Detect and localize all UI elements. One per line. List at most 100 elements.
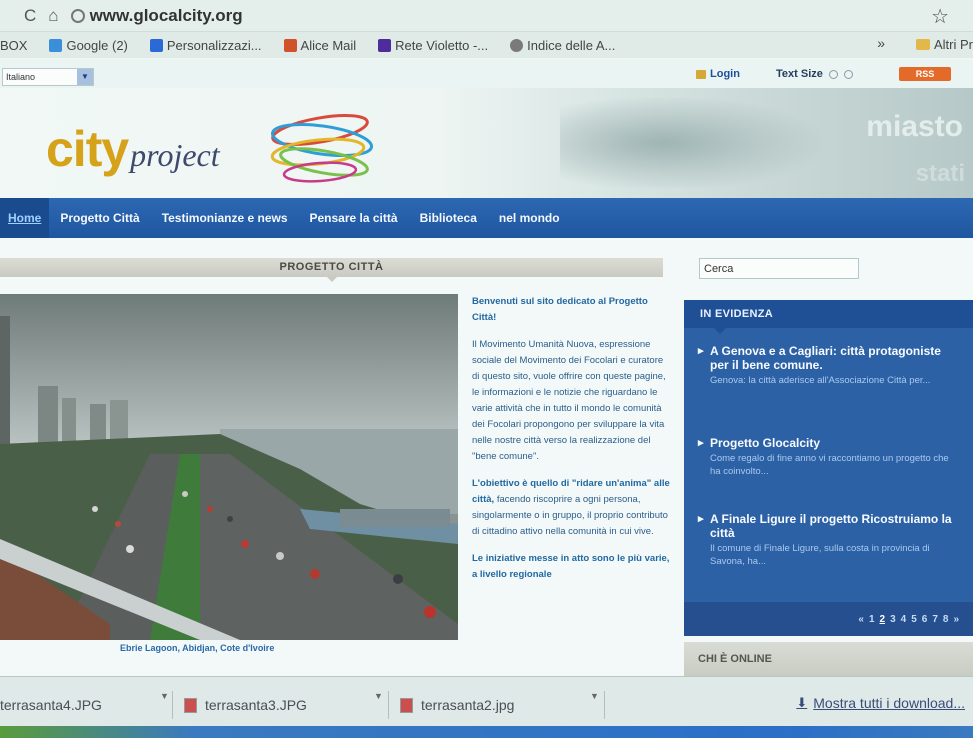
chevron-down-icon[interactable]: ▼ — [160, 691, 169, 701]
site-icon — [378, 38, 392, 52]
reload-icon[interactable]: C — [24, 6, 36, 26]
language-select[interactable]: Italiano ▼ — [2, 68, 94, 86]
show-all-downloads-link[interactable]: ⬇ Mostra tutti i download... — [796, 695, 965, 711]
text-size-label: Text Size — [776, 68, 823, 80]
section-arrow — [326, 276, 338, 282]
highlight-desc: Come regalo di fine anno vi raccontiamo … — [710, 453, 949, 477]
pager-page[interactable]: 3 — [890, 614, 896, 625]
other-bookmarks[interactable]: Altri Pr — [916, 37, 973, 52]
os-taskbar — [0, 726, 973, 738]
divider — [172, 691, 173, 719]
highlights-pager: « 1 2 3 4 5 6 7 8 » — [684, 602, 973, 636]
nav-item-nel-mondo[interactable]: nel mondo — [488, 198, 571, 238]
bookmark-google[interactable]: Google (2) — [49, 38, 128, 53]
bookmark-label: Alice Mail — [300, 37, 357, 53]
mail-icon — [283, 38, 297, 52]
article-paragraph-initiatives: Le iniziative messe in atto sono le più … — [472, 553, 670, 580]
highlight-title[interactable]: Progetto Glocalcity — [698, 436, 960, 450]
download-item[interactable]: terrasanta2.jpg — [400, 691, 514, 719]
nav-item-testimonianze[interactable]: Testimonianze e news — [151, 198, 299, 238]
login-label: Login — [710, 68, 740, 80]
highlight-title[interactable]: A Genova e a Cagliari: città protagonist… — [698, 344, 960, 372]
highlight-item[interactable]: A Genova e a Cagliari: città protagonist… — [698, 344, 960, 387]
highlight-desc: Il comune di Finale Ligure, sulla costa … — [710, 543, 930, 567]
highlights-arrow — [714, 328, 726, 334]
star-icon[interactable]: ☆ — [931, 4, 949, 29]
image-file-icon — [184, 697, 197, 713]
download-filename: terrasanta4.JPG — [0, 697, 102, 713]
bookmarks-bar: BOX Google (2) Personalizzazi... Alice M… — [0, 32, 973, 58]
lock-icon — [696, 69, 706, 79]
pager-next[interactable]: » — [953, 614, 959, 625]
intro-article: Benvenuti sul sito dedicato al Progetto … — [472, 294, 672, 594]
section-title: PROGETTO CITTÀ — [0, 258, 663, 277]
pager-page[interactable]: 1 — [869, 614, 875, 625]
logo-city-text: city — [46, 121, 129, 177]
bookmark-label: Indice delle A... — [527, 37, 616, 53]
bookmark-alice-mail[interactable]: Alice Mail — [283, 37, 357, 53]
download-arrow-icon: ⬇ — [796, 695, 808, 710]
home-icon[interactable]: ⌂ — [48, 6, 58, 26]
bookmark-indice[interactable]: Indice delle A... — [510, 38, 615, 53]
highlight-desc: Genova: la città aderisce all'Associazio… — [710, 375, 931, 386]
bookmark-label: Personalizzazi... — [166, 37, 262, 53]
city-highway-photo — [0, 294, 458, 640]
bookmark-label: Rete Violetto -... — [395, 37, 489, 53]
site-logo[interactable]: city project — [46, 120, 220, 178]
bookmarks-more-button[interactable]: » — [877, 35, 885, 51]
url-text[interactable]: www.glocalcity.org — [90, 6, 243, 26]
site-utility-row: Italiano ▼ Login Text Size RSS — [0, 60, 973, 88]
globe-icon — [510, 38, 524, 52]
page-icon — [149, 38, 163, 52]
nav-item-biblioteca[interactable]: Biblioteca — [409, 198, 488, 238]
banner-word: miasto — [866, 110, 963, 143]
nav-item-progetto-citta[interactable]: Progetto Città — [49, 198, 150, 238]
download-item[interactable]: terrasanta3.JPG — [184, 691, 307, 719]
login-link[interactable]: Login — [696, 68, 740, 80]
highlight-item[interactable]: A Finale Ligure il progetto Ricostruiamo… — [698, 512, 960, 568]
browser-toolbar: C ⌂ www.glocalcity.org ☆ — [0, 0, 973, 32]
bookmark-box[interactable]: BOX — [0, 38, 27, 53]
download-filename: terrasanta3.JPG — [205, 697, 307, 713]
show-all-label: Mostra tutti i download... — [813, 695, 965, 711]
pager-page[interactable]: 4 — [901, 614, 907, 625]
highlight-title[interactable]: A Finale Ligure il progetto Ricostruiamo… — [698, 512, 960, 540]
search-input[interactable] — [699, 258, 859, 279]
rss-button[interactable]: RSS — [899, 67, 951, 81]
pager-page[interactable]: 8 — [943, 614, 949, 625]
pager-page-current[interactable]: 2 — [880, 614, 886, 625]
google-icon — [49, 38, 63, 52]
language-value: Italiano — [6, 72, 36, 82]
download-filename: terrasanta2.jpg — [421, 697, 515, 713]
other-bookmarks-label: Altri Pr — [934, 37, 973, 52]
bookmark-rete-violetto[interactable]: Rete Violetto -... — [378, 38, 488, 53]
logo-project-text: project — [130, 137, 220, 173]
main-navigation: Home Progetto Città Testimonianze e news… — [0, 198, 973, 238]
text-size-control: Text Size — [776, 68, 853, 80]
address-bar[interactable]: www.glocalcity.org — [70, 6, 243, 26]
who-is-online-title: CHI È ONLINE — [684, 642, 973, 676]
pager-page[interactable]: 6 — [922, 614, 928, 625]
pager-prev[interactable]: « — [858, 614, 864, 625]
highlight-item[interactable]: Progetto Glocalcity Come regalo di fine … — [698, 436, 960, 478]
highlights-title: IN EVIDENZA — [684, 300, 973, 328]
nav-item-pensare-la-citta[interactable]: Pensare la città — [299, 198, 409, 238]
page-content: PROGETTO CITTÀ Ebrie Lagoon, Abidjan, Co… — [0, 238, 973, 676]
bookmark-label: BOX — [0, 37, 28, 53]
pager-page[interactable]: 5 — [911, 614, 917, 625]
download-item[interactable]: terrasanta4.JPG — [0, 691, 102, 719]
chevron-down-icon[interactable]: ▼ — [590, 691, 599, 701]
site-header: city project miasto stati — [0, 88, 973, 198]
bookmark-personalizzazioni[interactable]: Personalizzazi... — [149, 37, 262, 53]
article-lead: Benvenuti sul sito dedicato al Progetto … — [472, 296, 648, 323]
text-size-decrease-button[interactable] — [828, 69, 838, 79]
text-size-increase-button[interactable] — [843, 69, 853, 79]
highlights-box: IN EVIDENZA A Genova e a Cagliari: città… — [684, 300, 973, 636]
nav-item-home[interactable]: Home — [0, 198, 50, 238]
pager-page[interactable]: 7 — [932, 614, 938, 625]
folder-icon — [916, 39, 930, 50]
globe-icon — [70, 8, 85, 23]
divider — [604, 691, 605, 719]
divider — [388, 691, 389, 719]
chevron-down-icon[interactable]: ▼ — [374, 691, 383, 701]
